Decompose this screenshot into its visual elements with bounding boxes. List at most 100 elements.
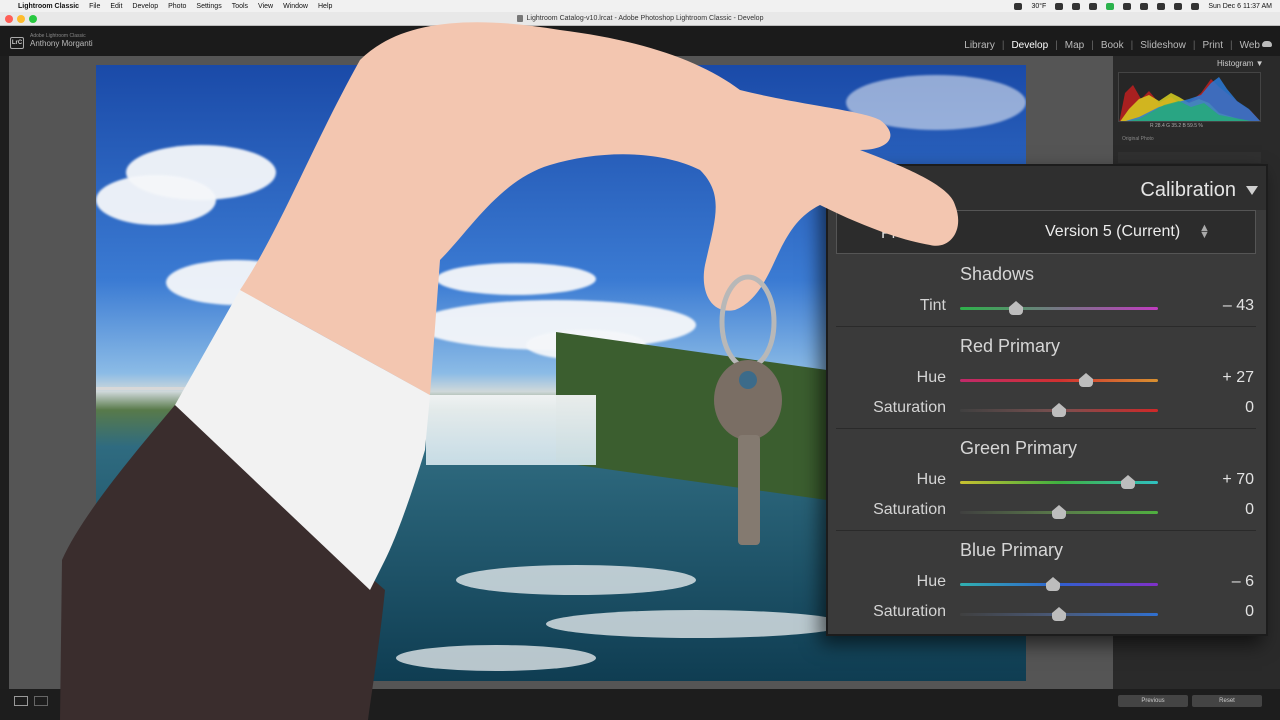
module-separator: | — [1055, 40, 1058, 51]
cloud-shape — [846, 75, 1026, 130]
reset-button[interactable]: Reset — [1192, 695, 1262, 707]
red-hue-label: Hue — [916, 369, 946, 386]
shadows-section-title: Shadows — [960, 264, 1035, 284]
green-hue-value[interactable]: + 70 — [1178, 471, 1254, 489]
red-value: 28.4 — [1155, 123, 1165, 129]
module-separator: | — [1130, 40, 1134, 51]
bridge-shape — [96, 387, 206, 390]
red-saturation-value[interactable]: 0 — [1178, 399, 1254, 417]
cloud-sync-icon[interactable] — [1262, 41, 1272, 47]
module-map[interactable]: Map — [1065, 40, 1084, 51]
menu-edit[interactable]: Edit — [110, 3, 122, 10]
lrc-logo-icon: LrC — [10, 37, 24, 49]
shadows-tint-value[interactable]: – 43 — [1178, 297, 1254, 315]
status-area: 30°F Sun Dec 6 11:37 AM — [1014, 2, 1272, 10]
blue-value: 59.5 % — [1187, 123, 1203, 129]
cloud-shape — [96, 175, 216, 225]
menu-help[interactable]: Help — [318, 3, 332, 10]
module-separator: | — [1091, 40, 1094, 51]
section-divider — [836, 326, 1256, 327]
red-hue-value[interactable]: + 27 — [1178, 369, 1254, 387]
module-develop[interactable]: Develop — [1011, 40, 1048, 51]
blue-label: B — [1182, 123, 1186, 129]
process-version-row[interactable]: Pr Version 5 (Current) ▲ ▼ — [836, 210, 1256, 254]
green-primary-section-title: Green Primary — [960, 438, 1078, 458]
green-hue-label: Hue — [916, 471, 946, 488]
collapse-triangle-icon[interactable] — [1246, 186, 1258, 195]
green-label: G — [1166, 123, 1171, 129]
blue-saturation-value[interactable]: 0 — [1178, 603, 1254, 621]
waterfall-shape — [426, 395, 596, 465]
minimize-window-button[interactable] — [17, 15, 25, 23]
window-titlebar: Lightroom Catalog-v10.lrcat - Adobe Phot… — [0, 12, 1280, 26]
menu-view[interactable]: View — [258, 3, 273, 10]
histogram-header[interactable]: Histogram ▼ — [1217, 59, 1264, 68]
module-web[interactable]: Web — [1240, 40, 1260, 51]
loupe-view-button[interactable] — [14, 696, 28, 706]
close-window-button[interactable] — [5, 15, 13, 23]
compare-view-button[interactable] — [34, 696, 48, 706]
section-divider — [836, 530, 1256, 531]
battery-icon[interactable] — [1123, 2, 1132, 10]
cloud-shape — [166, 260, 306, 305]
shadows-tint-label: Tint — [919, 297, 946, 314]
zoom-window-button[interactable] — [29, 15, 37, 23]
bluetooth-icon[interactable] — [1140, 2, 1149, 10]
macos-menubar: Lightroom Classic File Edit Develop Phot… — [0, 0, 1280, 12]
original-photo-checkbox[interactable]: Original Photo — [1122, 136, 1154, 142]
red-hue-slider[interactable] — [960, 379, 1158, 382]
process-version-select[interactable]: Version 5 (Current) — [1045, 223, 1180, 241]
blue-saturation-label: Saturation — [873, 603, 946, 620]
spotlight-icon[interactable] — [1174, 2, 1183, 10]
menu-window[interactable]: Window — [283, 3, 308, 10]
window-title: Lightroom Catalog-v10.lrcat - Adobe Phot… — [526, 15, 764, 22]
histogram-graph — [1119, 77, 1260, 121]
module-library[interactable]: Library — [964, 40, 995, 51]
module-book[interactable]: Book — [1101, 40, 1124, 51]
module-separator: | — [1001, 40, 1005, 51]
module-picker: Library | Develop | Map | Book | Slidesh… — [964, 40, 1260, 51]
module-separator: | — [1192, 40, 1196, 51]
user-name: Anthony Morganti — [30, 38, 93, 48]
calibration-title: Calibration — [1140, 179, 1236, 201]
app-menu[interactable]: Lightroom Classic — [18, 3, 79, 10]
menu-file[interactable]: File — [89, 3, 100, 10]
lightroom-topbar: LrC Adobe Lightroom Classic Anthony Morg… — [0, 26, 1280, 56]
menu-develop[interactable]: Develop — [132, 3, 158, 10]
bottom-toolbar — [0, 689, 1280, 720]
creative-cloud-icon[interactable] — [1089, 2, 1098, 10]
previous-button[interactable]: Previous — [1118, 695, 1188, 707]
green-status-icon[interactable] — [1106, 2, 1115, 10]
process-label: Pr — [881, 225, 897, 242]
control-center-icon[interactable] — [1191, 2, 1200, 10]
status-app-icon[interactable] — [1055, 2, 1064, 10]
module-print[interactable]: Print — [1202, 40, 1223, 51]
updown-arrows-icon[interactable]: ▲ ▼ — [1199, 223, 1210, 241]
green-saturation-value[interactable]: 0 — [1178, 501, 1254, 519]
histogram-readout: R 28.4 G 35.2 B 59.5 % — [1150, 123, 1203, 129]
green-value: 35.2 — [1171, 123, 1182, 129]
foam-shape — [456, 565, 696, 595]
dropbox-icon[interactable] — [1072, 2, 1081, 10]
red-primary-section-title: Red Primary — [960, 336, 1061, 356]
menu-photo[interactable]: Photo — [168, 3, 186, 10]
red-saturation-label: Saturation — [873, 399, 946, 416]
clock[interactable]: Sun Dec 6 11:37 AM — [1208, 3, 1272, 10]
temperature[interactable]: 30°F — [1031, 3, 1046, 10]
calibration-header[interactable]: Calibration — [828, 166, 1266, 210]
menu-settings[interactable]: Settings — [196, 3, 221, 10]
green-saturation-label: Saturation — [873, 501, 946, 518]
blue-hue-value[interactable]: – 6 — [1178, 573, 1254, 591]
document-icon — [516, 15, 523, 22]
wifi-icon[interactable] — [1157, 2, 1166, 10]
menu-tools[interactable]: Tools — [232, 3, 248, 10]
weather-icon[interactable] — [1014, 2, 1023, 10]
foam-shape — [396, 645, 596, 671]
shadows-tint-slider[interactable] — [960, 307, 1158, 310]
identity-plate: Adobe Lightroom Classic Anthony Morganti — [30, 33, 93, 48]
module-slideshow[interactable]: Slideshow — [1140, 40, 1186, 51]
tool-strip[interactable] — [1118, 152, 1261, 163]
module-separator: | — [1230, 40, 1233, 51]
red-label: R — [1150, 123, 1154, 129]
histogram[interactable] — [1118, 72, 1261, 122]
